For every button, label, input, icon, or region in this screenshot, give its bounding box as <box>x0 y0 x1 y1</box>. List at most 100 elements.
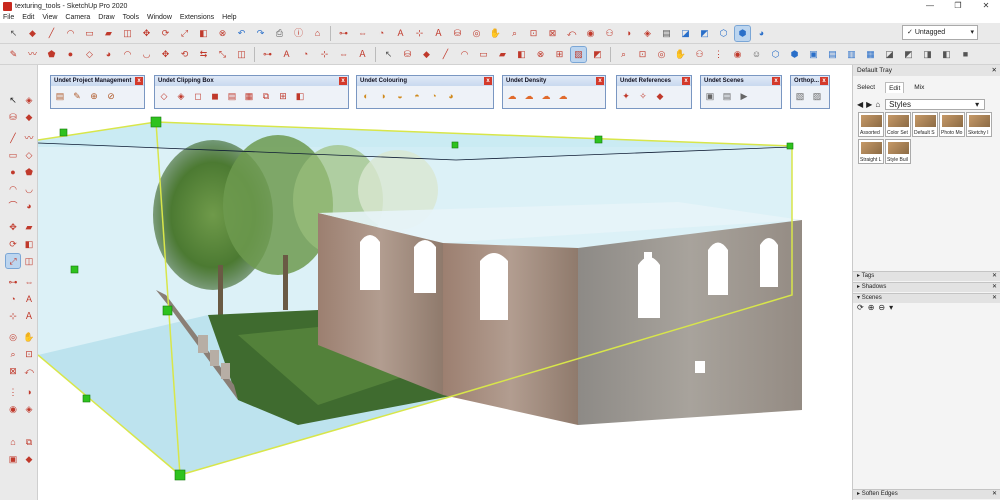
minimize-button[interactable]: — <box>916 0 944 12</box>
close-icon[interactable]: ✕ <box>992 65 997 76</box>
colour-icon-6[interactable]: ◕ <box>444 89 458 103</box>
zoom-window-icon[interactable]: ⊡ <box>526 26 541 41</box>
project-open-icon[interactable]: ▤ <box>53 89 67 103</box>
axes-left-icon[interactable]: ⊹ <box>6 309 20 323</box>
panel-scenes[interactable]: ▾ Scenes ✕ <box>853 293 1000 303</box>
style-thumbnail[interactable]: Photo Mo <box>939 112 965 137</box>
pushpull-icon[interactable]: ▰ <box>495 47 510 62</box>
pan-left-icon[interactable]: ✋ <box>22 330 36 344</box>
solid-tools-icon[interactable]: ◩ <box>590 47 605 62</box>
project-remove-icon[interactable]: ⊘ <box>104 89 118 103</box>
intersect-icon[interactable]: ⊗ <box>533 47 548 62</box>
clip-icon-3[interactable]: ◻ <box>191 89 205 103</box>
axes-tool-icon[interactable]: ⊹ <box>412 26 427 41</box>
pan-icon[interactable]: ✋ <box>488 26 503 41</box>
style-hidden-icon[interactable]: ◨ <box>920 47 935 62</box>
clip-icon-4[interactable]: ◼ <box>208 89 222 103</box>
clip-icon-1[interactable]: ◇ <box>157 89 171 103</box>
3d-text-icon[interactable]: Ａ <box>431 26 446 41</box>
paint-bucket-tool-icon[interactable]: ⛁ <box>6 110 20 124</box>
style-thumbnail[interactable]: Sketchy I <box>966 112 992 137</box>
menu-draw[interactable]: Draw <box>98 12 114 23</box>
3d-text-tool-icon[interactable]: Ａ <box>355 47 370 62</box>
rotated-rectangle-icon[interactable]: ◇ <box>82 47 97 62</box>
move-icon[interactable]: ✥ <box>158 47 173 62</box>
monochrome-icon[interactable]: ◕ <box>754 26 769 41</box>
user-icon[interactable]: ☺ <box>749 47 764 62</box>
arc-left-icon[interactable]: ◠ <box>6 182 20 196</box>
arc-tool-icon[interactable]: ◠ <box>63 26 78 41</box>
rotate-left-icon[interactable]: ⟳ <box>6 237 20 251</box>
zoom-extents-icon[interactable]: ⊠ <box>545 26 560 41</box>
offset-left-icon[interactable]: ◫ <box>22 254 36 268</box>
scale-tool-icon[interactable]: ⤢ <box>177 26 192 41</box>
style-thumbnail[interactable]: Straight L <box>858 139 884 164</box>
menu-help[interactable]: Help <box>222 12 236 23</box>
ortho-icon-2[interactable]: ▨ <box>810 89 824 103</box>
text-tool-icon[interactable]: A <box>393 26 408 41</box>
delete-icon[interactable]: ⊗ <box>215 26 230 41</box>
follow-me-icon[interactable]: ◧ <box>196 26 211 41</box>
2pt-arc-icon[interactable]: ◠ <box>120 47 135 62</box>
scale-left-icon[interactable]: ⤢ <box>5 253 21 269</box>
scene-move-down-icon[interactable]: ▾ <box>889 303 893 312</box>
3pt-arc-left-icon[interactable]: ⌒ <box>6 199 20 213</box>
view-left-icon[interactable]: ▦ <box>863 47 878 62</box>
line-left-icon[interactable]: ╱ <box>6 131 20 145</box>
dimension-left-icon[interactable]: ⇔ <box>22 275 36 289</box>
look-around-icon[interactable]: ◑ <box>621 26 636 41</box>
styles-select[interactable]: Styles ▾ <box>885 98 986 110</box>
tag-dropdown[interactable]: ✓ Untagged ▾ <box>902 25 978 40</box>
close-icon[interactable]: ✕ <box>992 294 997 303</box>
close-icon[interactable]: x <box>682 77 690 85</box>
style-textured-icon[interactable]: ■ <box>958 47 973 62</box>
style-thumbnail[interactable]: Default S <box>912 112 938 137</box>
section-plane-left-icon[interactable]: ◈ <box>22 402 36 416</box>
project-edit-icon[interactable]: ✎ <box>70 89 84 103</box>
select-icon[interactable]: ↖ <box>381 47 396 62</box>
camera-icon[interactable]: ◉ <box>730 47 745 62</box>
menu-extensions[interactable]: Extensions <box>180 12 214 23</box>
reference-icon-1[interactable]: ✦ <box>619 89 633 103</box>
rotate-tool-icon[interactable]: ⟳ <box>158 26 173 41</box>
density-cloud-icon-1[interactable]: ☁ <box>505 89 519 103</box>
project-add-icon[interactable]: ⊕ <box>87 89 101 103</box>
rotate-icon[interactable]: ⟲ <box>177 47 192 62</box>
followme-icon[interactable]: ◧ <box>514 47 529 62</box>
polygon-left-icon[interactable]: ⬟ <box>22 165 36 179</box>
rectangle-tool-icon[interactable]: ▭ <box>82 26 97 41</box>
pie-left-icon[interactable]: ◕ <box>22 199 36 213</box>
outliner-icon[interactable]: ⊞ <box>552 47 567 62</box>
extension-warehouse-left-icon[interactable]: ⧉ <box>22 435 36 449</box>
colour-icon-2[interactable]: ◑ <box>376 89 390 103</box>
panel-tags[interactable]: ▸ Tags ✕ <box>853 271 1000 281</box>
axes-icon[interactable]: ⊹ <box>317 47 332 62</box>
protractor-tool-icon[interactable]: ◔ <box>298 47 313 62</box>
style-thumbnail[interactable]: Color Set <box>885 112 911 137</box>
style-thumbnail[interactable]: Assorted <box>858 112 884 137</box>
zoom-icon[interactable]: ⌕ <box>507 26 522 41</box>
view-iso-icon[interactable]: ⬡ <box>768 47 783 62</box>
scene-icon-1[interactable]: ▣ <box>703 89 717 103</box>
close-icon[interactable]: ✕ <box>992 272 997 281</box>
close-icon[interactable]: x <box>339 77 347 85</box>
pie-icon[interactable]: ◕ <box>101 47 116 62</box>
footprint-icon[interactable]: ⋮ <box>711 47 726 62</box>
tape-left-icon[interactable]: ⊶ <box>6 275 20 289</box>
zoom-left-icon[interactable]: ⌕ <box>6 347 20 361</box>
walk-left-icon[interactable]: ⋮ <box>6 385 20 399</box>
style-thumbnail[interactable]: Style Buil <box>885 139 911 164</box>
menu-window[interactable]: Window <box>147 12 172 23</box>
density-cloud-icon-4[interactable]: ☁ <box>556 89 570 103</box>
view-right-icon[interactable]: ▤ <box>825 47 840 62</box>
colour-icon-5[interactable]: ◔ <box>427 89 441 103</box>
select-arrow-icon[interactable]: ↖ <box>6 93 20 107</box>
sandbox-icon[interactable]: ▨ <box>570 45 587 63</box>
tab-mix[interactable]: Mix <box>914 82 924 93</box>
previous-view-icon[interactable]: ⤺ <box>564 26 579 41</box>
orbit-icon[interactable]: ◎ <box>469 26 484 41</box>
offset-tool-icon[interactable]: ◫ <box>234 47 249 62</box>
display-section-fill-icon[interactable]: ◩ <box>697 26 712 41</box>
text-left-icon[interactable]: A <box>22 292 36 306</box>
arc-icon[interactable]: ◠ <box>457 47 472 62</box>
